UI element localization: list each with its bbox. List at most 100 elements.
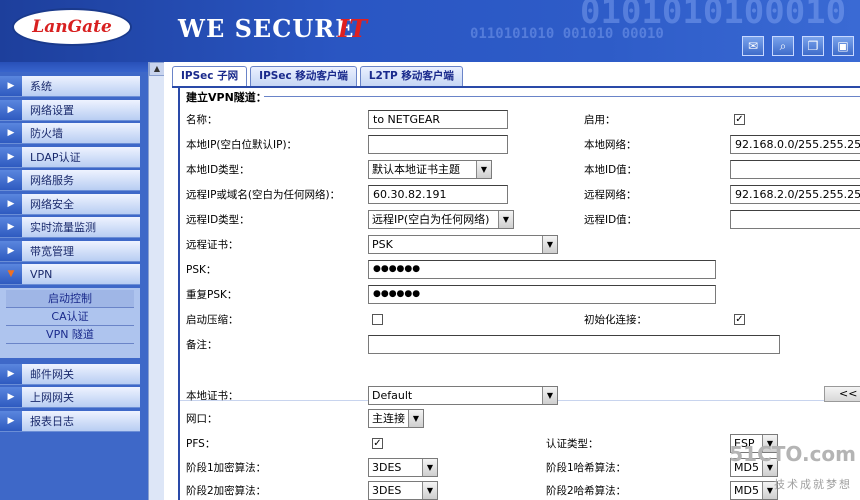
- remote-id-type-label: 远程ID类型：: [186, 214, 250, 226]
- remote-id-value-label: 远程ID值：: [584, 214, 638, 226]
- sidebar-item-network-settings[interactable]: ▶ 网络设置: [0, 99, 140, 121]
- enable-label: 启用：: [584, 114, 616, 126]
- legend-rule: [264, 96, 860, 97]
- arrow-right-icon: ▶: [0, 363, 22, 384]
- local-cert-value: Default: [372, 389, 413, 402]
- pfs-label: PFS：: [186, 438, 216, 450]
- sidebar-scrollbar[interactable]: ▲: [148, 62, 165, 500]
- enable-checkbox[interactable]: ✓: [734, 114, 745, 125]
- psk-repeat-label: 重复PSK：: [186, 289, 238, 301]
- sidebar-item-label: 邮件网关: [30, 367, 74, 381]
- chevron-down-icon[interactable]: ▼: [498, 211, 513, 228]
- remote-cert-select[interactable]: PSK ▼: [368, 235, 558, 254]
- arrow-right-icon: ▶: [0, 217, 22, 237]
- remote-ip-input[interactable]: 60.30.82.191: [368, 185, 508, 204]
- window-icon[interactable]: ❐: [802, 36, 824, 56]
- sidebar-item-system[interactable]: ▶ 系统: [0, 76, 140, 97]
- arrow-down-icon: ▼: [0, 264, 22, 284]
- search-icon[interactable]: ⌕: [772, 36, 794, 56]
- arrow-right-icon: ▶: [0, 76, 22, 96]
- mail-icon[interactable]: ✉: [742, 36, 764, 56]
- app-header: 0101010100010 0110101010 001010 00010 La…: [0, 0, 860, 62]
- sidebar-nav: ▶ 系统 ▶ 网络设置 ▶ 防火墙 ▶ LDAP认证 ▶ 网络服务 ▶ 网络安全 ▶ 实时流量…: [0, 76, 140, 434]
- sidebar-item-label: VPN: [30, 267, 53, 281]
- phase2-encryption-select[interactable]: 3DES ▼: [368, 481, 438, 500]
- phase2-encryption-label: 阶段2加密算法：: [186, 485, 267, 497]
- chevron-down-icon[interactable]: ▼: [422, 459, 437, 476]
- tab-l2tp-mobile[interactable]: L2TP 移动客户端: [359, 66, 463, 86]
- arrow-right-icon: ▶: [0, 123, 22, 143]
- tab-ipsec-mobile[interactable]: IPSec 移动客户端: [250, 66, 357, 86]
- sidebar-item-traffic-monitor[interactable]: ▶ 实时流量监测: [0, 217, 140, 238]
- phase2-hash-label: 阶段2哈希算法：: [546, 485, 627, 497]
- sidebar-item-label: 上网网关: [30, 391, 74, 404]
- sidebar-item-network-services[interactable]: ▶ 网络服务: [0, 170, 140, 191]
- sidebar-item-label: 网络安全: [30, 197, 74, 211]
- sidebar-item-mail-gateway[interactable]: ▶ 邮件网关: [0, 363, 140, 385]
- local-ip-input[interactable]: [368, 135, 508, 154]
- sidebar-subitem-ca[interactable]: CA认证: [6, 308, 134, 326]
- chevron-down-icon[interactable]: ▼: [542, 236, 557, 253]
- remote-ip-label: 远程IP或域名(空白为任何网络)：: [186, 189, 341, 201]
- form-legend: 建立VPN隧道：: [186, 91, 267, 104]
- sidebar-item-firewall[interactable]: ▶ 防火墙: [0, 123, 140, 144]
- psk-repeat-input[interactable]: ●●●●●●: [368, 285, 716, 304]
- name-label: 名称：: [186, 114, 218, 126]
- vpn-tunnel-form: 建立VPN隧道： 名称： to NETGEAR 启用： ✓ 本地IP(空白位默认…: [178, 88, 860, 500]
- header-slogan: WE SECURE: [178, 14, 355, 43]
- sidebar-subitem-start-control[interactable]: 启动控制: [6, 289, 134, 308]
- sidebar-item-web-gateway[interactable]: ▶ 上网网关: [0, 387, 140, 408]
- local-ip-label: 本地IP(空白位默认IP)：: [186, 139, 298, 151]
- port-select[interactable]: 主连接 ▼: [368, 409, 424, 428]
- chevron-down-icon[interactable]: ▼: [422, 482, 437, 499]
- phase2-hash-select[interactable]: MD5 ▼: [730, 481, 778, 500]
- remote-id-type-select[interactable]: 远程IP(空白为任何网络) ▼: [368, 210, 514, 229]
- vpn-submenu: 启动控制 CA认证 VPN 隧道: [0, 287, 140, 358]
- chevron-down-icon[interactable]: ▼: [542, 387, 557, 404]
- sidebar-item-label: 防火墙: [30, 127, 63, 140]
- local-cert-select[interactable]: Default ▼: [368, 386, 558, 405]
- arrow-right-icon: ▶: [0, 193, 22, 214]
- name-input[interactable]: to NETGEAR: [368, 110, 508, 129]
- remote-network-label: 远程网络：: [584, 189, 637, 201]
- tile-icon[interactable]: ▣: [832, 36, 854, 56]
- local-id-type-select[interactable]: 默认本地证书主题 ▼: [368, 160, 492, 179]
- chevron-down-icon[interactable]: ▼: [476, 161, 491, 178]
- phase1-encryption-select[interactable]: 3DES ▼: [368, 458, 438, 477]
- phase2-hash-value: MD5: [734, 484, 759, 497]
- init-connection-checkbox[interactable]: ✓: [734, 314, 745, 325]
- scroll-up-icon[interactable]: ▲: [149, 62, 165, 76]
- sidebar-item-vpn[interactable]: ▼ VPN: [0, 264, 140, 285]
- local-network-input[interactable]: 92.168.0.0/255.255.255.0: [730, 135, 860, 154]
- arrow-right-icon: ▶: [0, 146, 22, 167]
- auth-type-label: 认证类型：: [546, 438, 599, 450]
- phase1-encryption-label: 阶段1加密算法：: [186, 462, 267, 474]
- note-input[interactable]: [368, 335, 780, 354]
- sidebar-item-network-security[interactable]: ▶ 网络安全: [0, 193, 140, 215]
- compress-checkbox[interactable]: [372, 314, 383, 325]
- arrow-right-icon: ▶: [0, 410, 22, 431]
- local-id-value-input[interactable]: [730, 160, 860, 179]
- chevron-down-icon[interactable]: ▼: [408, 410, 423, 427]
- sidebar-item-label: 系统: [30, 80, 52, 93]
- sidebar-subitem-vpn-tunnel[interactable]: VPN 隧道: [6, 326, 134, 344]
- phase1-hash-label: 阶段1哈希算法：: [546, 462, 627, 474]
- logo-text: LanGate: [32, 17, 112, 37]
- note-label: 备注：: [186, 339, 218, 351]
- psk-input[interactable]: ●●●●●●: [368, 260, 716, 279]
- pfs-checkbox[interactable]: ✓: [372, 438, 383, 449]
- remote-network-input[interactable]: 92.168.2.0/255.255.255.0: [730, 185, 860, 204]
- local-network-label: 本地网络：: [584, 139, 637, 151]
- sidebar-item-bandwidth[interactable]: ▶ 带宽管理: [0, 240, 140, 262]
- sidebar-item-reports[interactable]: ▶ 报表日志: [0, 410, 140, 432]
- remote-id-value-input[interactable]: [730, 210, 860, 229]
- init-connection-label: 初始化连接：: [584, 314, 647, 326]
- advanced-toggle-button[interactable]: << Adv: [824, 386, 860, 402]
- phase1-encryption-value: 3DES: [372, 461, 402, 474]
- sidebar-item-label: 报表日志: [30, 414, 74, 428]
- local-id-type-value: 默认本地证书主题: [372, 163, 460, 176]
- sidebar-item-ldap[interactable]: ▶ LDAP认证: [0, 146, 140, 168]
- tab-ipsec-subnet[interactable]: IPSec 子网: [172, 66, 248, 86]
- psk-label: PSK：: [186, 264, 217, 276]
- local-cert-label: 本地证书：: [186, 390, 239, 402]
